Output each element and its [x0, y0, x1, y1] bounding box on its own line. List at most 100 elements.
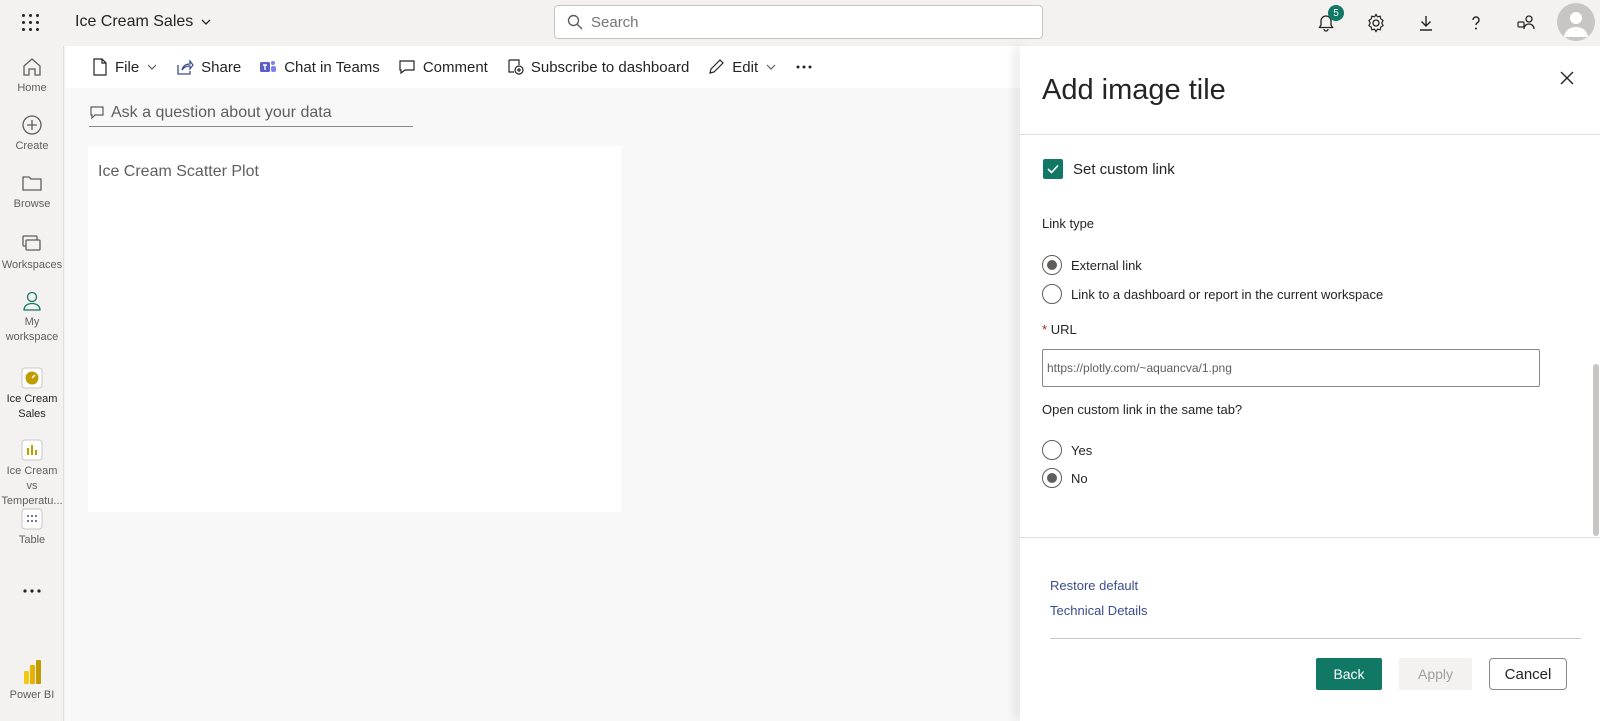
radio-unselected-indicator — [1042, 440, 1062, 460]
subscribe-button[interactable]: Subscribe to dashboard — [497, 46, 698, 88]
notifications-button[interactable]: 5 — [1312, 5, 1344, 37]
share-label: Share — [201, 58, 242, 76]
more-horizontal-icon — [796, 65, 812, 69]
folder-icon — [22, 176, 42, 191]
comment-label: Comment — [422, 58, 488, 76]
file-menu-button[interactable]: File — [83, 46, 167, 88]
chevron-down-icon — [201, 19, 211, 25]
cancel-button[interactable]: Cancel — [1489, 658, 1567, 690]
checkbox-checked — [1043, 159, 1063, 179]
footer-divider — [1050, 638, 1581, 639]
qna-input[interactable]: Ask a question about your data — [89, 100, 413, 127]
nav-create[interactable]: Create — [0, 114, 64, 154]
nav-ice-cream-sales-label-2: Sales — [18, 408, 46, 420]
same-tab-label: Open custom link in the same tab? — [1042, 402, 1243, 417]
set-custom-link-label: Set custom link — [1073, 160, 1175, 178]
download-button[interactable] — [1412, 9, 1440, 37]
panel-scrollbar[interactable] — [1593, 364, 1599, 536]
external-link-label: External link — [1071, 257, 1142, 273]
plus-circle-icon — [22, 115, 42, 135]
edit-label: Edit — [732, 58, 759, 76]
panel-divider — [1020, 537, 1600, 538]
yes-label: Yes — [1071, 442, 1093, 458]
apply-button[interactable]: Apply — [1399, 658, 1472, 690]
nav-home[interactable]: Home — [0, 56, 64, 96]
file-label: File — [115, 58, 140, 76]
left-navigation: Home Create Browse Workspaces My workspa… — [0, 46, 64, 721]
person-outline-icon — [23, 291, 41, 311]
back-button[interactable]: Back — [1316, 658, 1382, 690]
app-title: Ice Cream Sales — [75, 13, 194, 30]
link-type-label: Link type — [1042, 216, 1095, 231]
technical-details-link[interactable]: Technical Details — [1050, 603, 1148, 618]
radio-unselected-indicator — [1042, 284, 1062, 304]
nav-my-workspace-label-1: My — [24, 316, 40, 328]
nav-workspaces[interactable]: Workspaces — [0, 233, 64, 273]
panel-title: Add image tile — [1042, 74, 1226, 106]
question-mark-icon — [1472, 16, 1480, 30]
radio-dashboard-link[interactable]: Link to a dashboard or report in the cur… — [1042, 284, 1383, 304]
document-icon — [93, 58, 107, 76]
chat-in-teams-button[interactable]: Chat in Teams — [250, 46, 389, 88]
app-title-dropdown[interactable]: Ice Cream Sales — [75, 13, 213, 31]
chat-in-teams-label: Chat in Teams — [284, 58, 380, 76]
nav-ice-cream-vs-temperature[interactable]: Ice Cream vs Temperatu... — [0, 439, 64, 509]
nav-home-label: Home — [17, 82, 47, 94]
report-chart-icon — [21, 439, 43, 461]
nav-browse[interactable]: Browse — [0, 172, 64, 212]
checkmark-icon — [1047, 164, 1059, 174]
radio-no[interactable]: No — [1042, 468, 1088, 488]
add-image-tile-panel: Add image tile Set custom link Link type… — [1020, 46, 1600, 721]
nav-table-label: Table — [18, 534, 46, 546]
set-custom-link-checkbox[interactable]: Set custom link — [1043, 159, 1175, 179]
close-button[interactable] — [1555, 66, 1579, 90]
comment-icon — [399, 60, 415, 75]
required-asterisk: * — [1042, 322, 1048, 337]
comment-button[interactable]: Comment — [389, 46, 497, 88]
download-icon — [1420, 16, 1432, 31]
more-options-button[interactable] — [786, 46, 822, 88]
feedback-button[interactable] — [1512, 9, 1540, 37]
radio-yes[interactable]: Yes — [1042, 440, 1092, 460]
app-launcher-icon[interactable] — [19, 11, 43, 35]
url-input[interactable] — [1042, 349, 1540, 387]
gear-icon — [1368, 13, 1384, 33]
table-grid-icon — [21, 508, 43, 530]
nav-ice-cream-vs-temperature-label-2: Temperatu... — [1, 495, 63, 507]
account-avatar[interactable] — [1557, 3, 1595, 41]
search-icon — [567, 14, 583, 30]
subscribe-label: Subscribe to dashboard — [530, 58, 690, 76]
radio-external-link[interactable]: External link — [1042, 255, 1142, 275]
notification-badge: 5 — [1328, 5, 1344, 21]
share-icon — [177, 59, 194, 75]
settings-button[interactable] — [1362, 9, 1390, 37]
subscribe-icon — [508, 59, 524, 75]
edit-menu-button[interactable]: Edit — [698, 46, 786, 88]
share-button[interactable]: Share — [167, 46, 250, 88]
help-button[interactable] — [1462, 9, 1490, 37]
home-icon — [23, 58, 41, 76]
nav-table[interactable]: Table — [0, 508, 64, 548]
nav-ice-cream-sales-label-1: Ice Cream — [6, 393, 58, 405]
search-input[interactable] — [591, 13, 991, 31]
workspaces-icon — [22, 235, 41, 251]
power-bi-logo-icon — [24, 660, 41, 684]
people-feedback-icon — [1517, 15, 1535, 30]
restore-default-link[interactable]: Restore default — [1050, 578, 1138, 593]
pencil-icon — [709, 59, 725, 74]
nav-workspaces-label: Workspaces — [1, 259, 63, 271]
nav-browse-label: Browse — [13, 198, 51, 210]
qna-placeholder: Ask a question about your data — [111, 104, 332, 121]
close-icon — [1560, 71, 1574, 85]
search-box[interactable] — [554, 5, 1043, 39]
dashboard-gauge-icon — [21, 367, 43, 389]
nav-more-button[interactable] — [0, 584, 64, 599]
nav-power-bi-label: Power BI — [9, 689, 55, 701]
nav-power-bi[interactable]: Power BI — [0, 659, 64, 703]
chat-bubble-icon — [90, 106, 104, 120]
teams-icon — [260, 61, 277, 72]
nav-my-workspace[interactable]: My workspace — [0, 290, 64, 345]
nav-ice-cream-sales[interactable]: Ice Cream Sales — [0, 367, 64, 422]
image-tile-card[interactable]: Ice Cream Scatter Plot — [88, 146, 621, 512]
nav-create-label: Create — [15, 140, 49, 152]
